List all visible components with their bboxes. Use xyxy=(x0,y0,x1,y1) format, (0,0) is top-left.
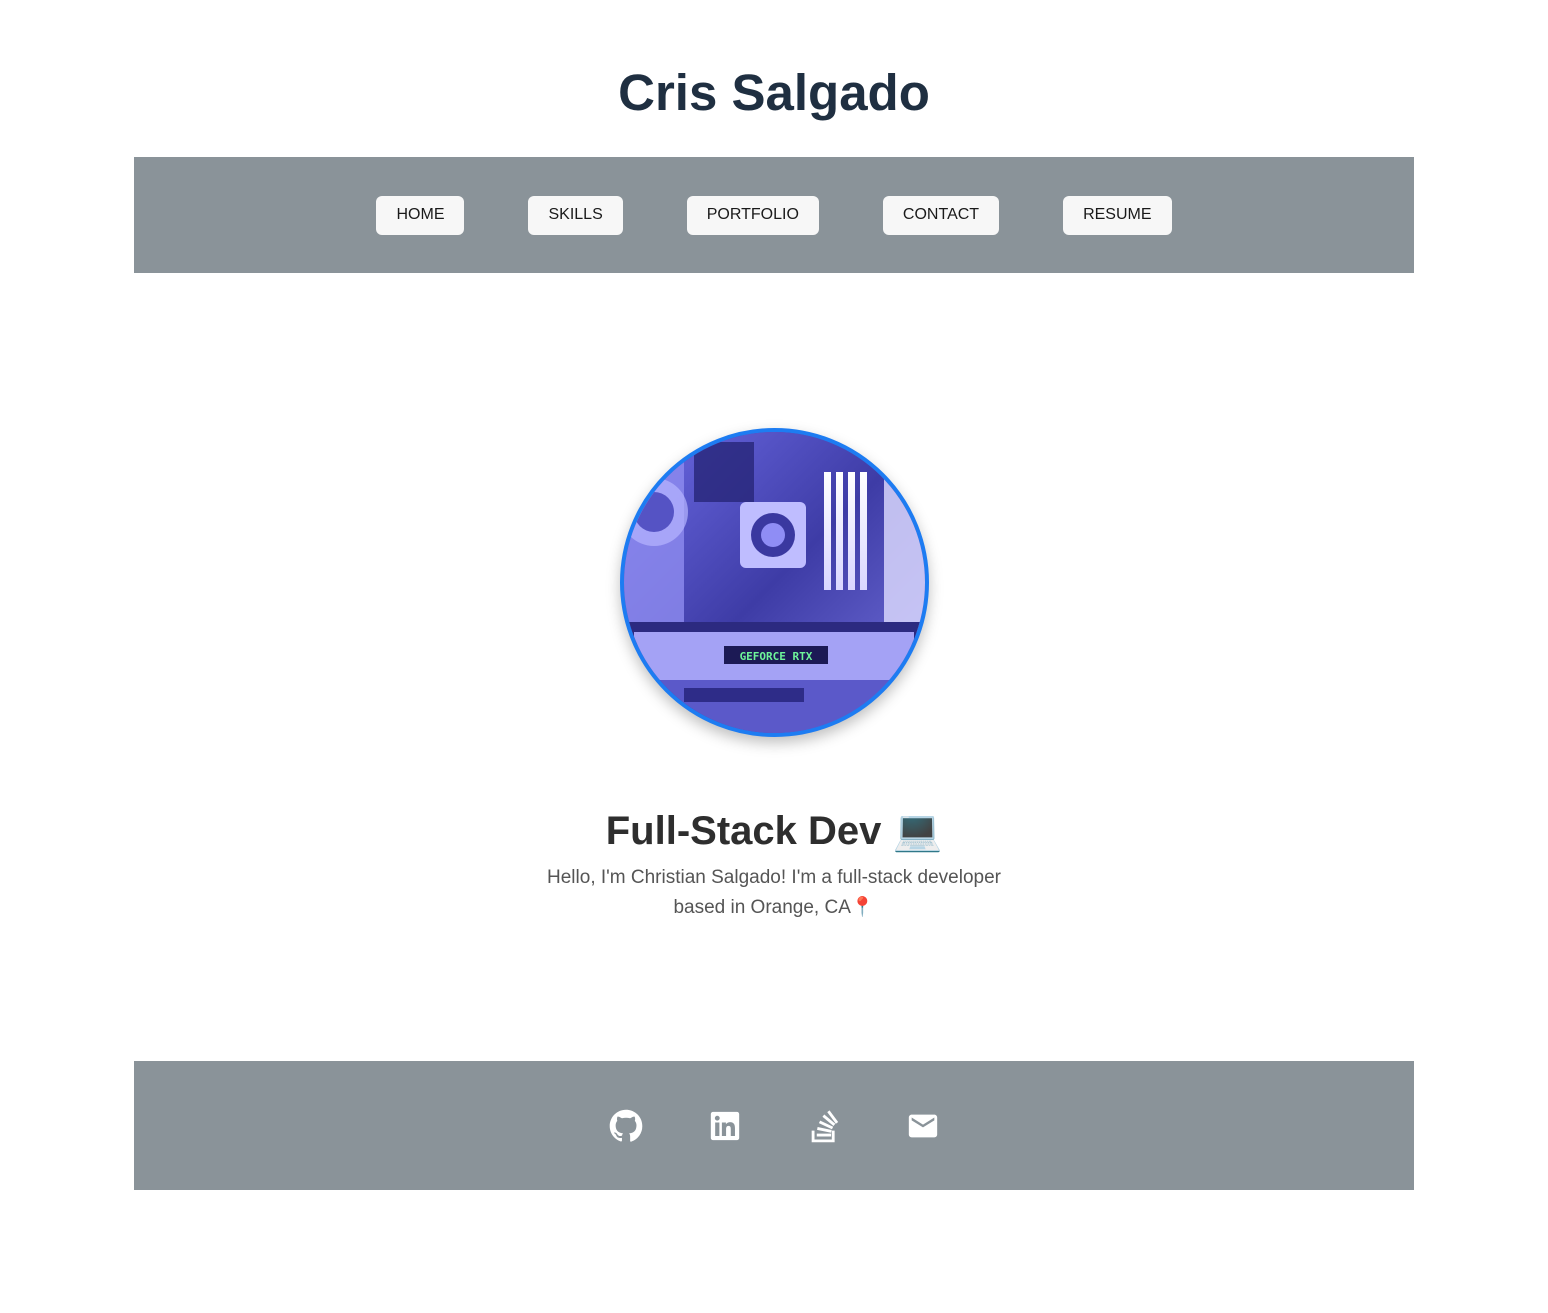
stackoverflow-link[interactable] xyxy=(806,1108,842,1144)
nav-skills-button[interactable]: SKILLS xyxy=(528,195,623,235)
page: Cris Salgado HOME SKILLS PORTFOLIO CONTA… xyxy=(0,0,1548,1313)
nav-portfolio-button[interactable]: PORTFOLIO xyxy=(686,195,819,235)
profile-image: GEFORCE RTX xyxy=(620,428,929,737)
pc-build-illustration: GEFORCE RTX xyxy=(624,432,925,733)
linkedin-link[interactable] xyxy=(707,1108,743,1144)
linkedin-icon xyxy=(710,1111,739,1140)
navbar: HOME SKILLS PORTFOLIO CONTACT RESUME xyxy=(134,157,1414,273)
nav-home-button[interactable]: HOME xyxy=(376,195,465,235)
github-icon xyxy=(609,1109,642,1142)
nav-contact-button[interactable]: CONTACT xyxy=(882,195,1000,235)
hero-description: Hello, I'm Christian Salgado! I'm a full… xyxy=(547,867,1001,918)
nav-resume-button[interactable]: RESUME xyxy=(1063,195,1172,235)
email-icon xyxy=(908,1114,937,1137)
site-title: Cris Salgado xyxy=(618,64,930,121)
stackoverflow-icon xyxy=(811,1109,838,1142)
github-link[interactable] xyxy=(608,1108,644,1144)
email-link[interactable] xyxy=(905,1108,941,1144)
gpu-label: GEFORCE RTX xyxy=(740,650,813,663)
hero-heading: Full-Stack Dev 💻 xyxy=(605,809,943,853)
footer xyxy=(134,1061,1414,1190)
